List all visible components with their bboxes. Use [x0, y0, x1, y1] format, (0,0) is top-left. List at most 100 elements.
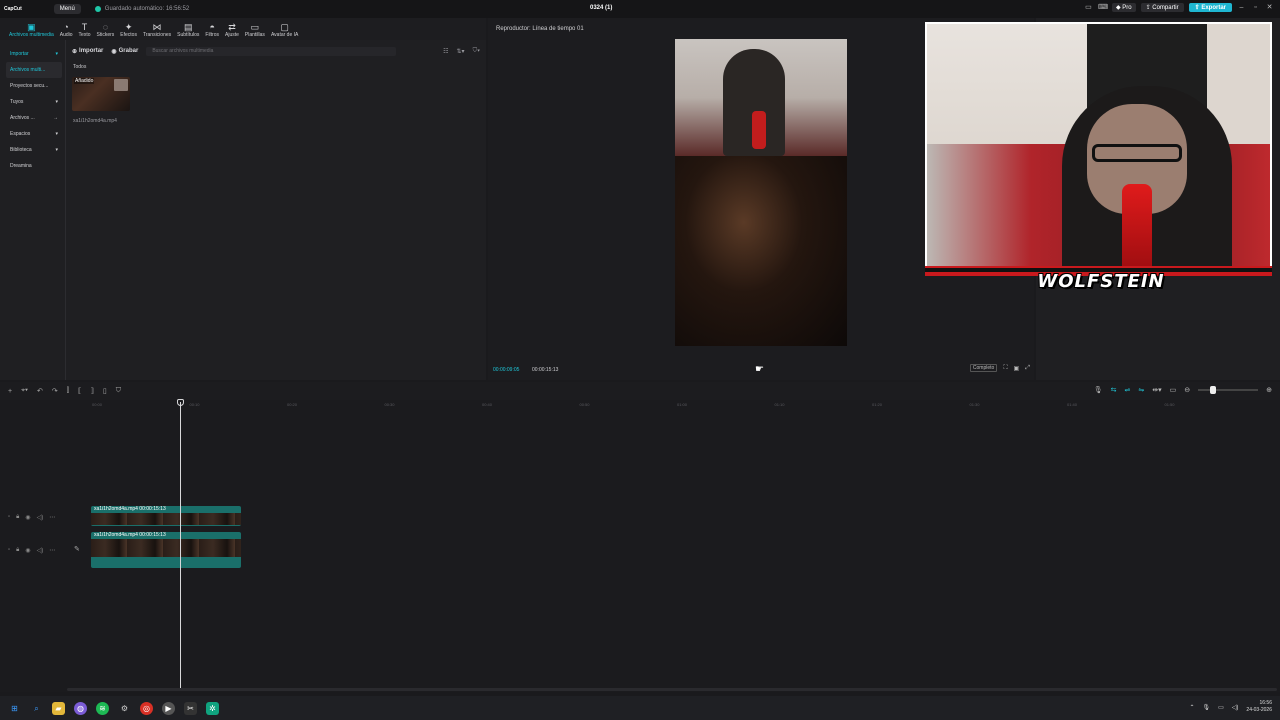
- tool-effects[interactable]: ✦ Efectos: [117, 18, 140, 38]
- fullscreen-icon[interactable]: ⤢: [1025, 365, 1030, 372]
- audio-toggle-icon[interactable]: ◁): [37, 514, 44, 521]
- capcut-icon[interactable]: ✂: [184, 701, 197, 715]
- split-left-icon[interactable]: ⟦: [78, 387, 81, 395]
- timeline-clip-1[interactable]: xa1i1h2omd4a.mp4 00:00:15:13: [91, 506, 241, 526]
- search-icon[interactable]: ⌕: [30, 702, 43, 715]
- media-thumbnail[interactable]: Añadido: [72, 77, 130, 111]
- close-icon[interactable]: ✕: [1265, 3, 1274, 12]
- spotify-icon[interactable]: ≋: [96, 701, 109, 715]
- messenger-icon[interactable]: ◍: [74, 701, 87, 715]
- media-nav-item[interactable]: Importar ▾: [6, 46, 62, 62]
- media-nav-item[interactable]: Archivos ... →: [6, 110, 62, 126]
- tool-transition[interactable]: ⋈ Transiciones: [140, 18, 174, 38]
- delete-icon[interactable]: ▯: [103, 387, 107, 395]
- audio-toggle-icon[interactable]: ◁): [37, 547, 44, 554]
- network-icon[interactable]: ▭: [1218, 704, 1224, 711]
- shortcuts-icon[interactable]: ⌨: [1098, 3, 1108, 12]
- more-icon[interactable]: ⋯: [49, 514, 55, 521]
- timeline[interactable]: 00:00 00:10 00:20 00:30 00:40 00:50 01:00 01:10…: [0, 400, 1280, 692]
- track-cover-icon[interactable]: ▫: [8, 514, 10, 521]
- tool-filters[interactable]: ◓ Filtros: [202, 18, 222, 38]
- lock-icon[interactable]: 🔒︎: [16, 547, 19, 554]
- import-tab[interactable]: ⊕ Importar: [72, 48, 103, 55]
- filter-all[interactable]: Todos: [73, 64, 86, 70]
- media-nav-item[interactable]: Tuyos ▾: [6, 94, 62, 110]
- video-preview[interactable]: [675, 39, 847, 346]
- track-cover-icon[interactable]: ▫: [8, 547, 10, 554]
- add-track-icon[interactable]: +: [8, 388, 12, 395]
- current-time: 00:00:09:05: [493, 367, 520, 373]
- minimize-icon[interactable]: –: [1237, 3, 1246, 12]
- tool-sticker[interactable]: ◌ Stickers: [94, 18, 118, 38]
- select-tool-icon[interactable]: ⌖▾: [21, 387, 28, 395]
- split-right-icon[interactable]: ⟧: [90, 387, 93, 395]
- media-player-icon[interactable]: ▶: [162, 701, 175, 715]
- more-icon[interactable]: ⋯: [49, 547, 55, 554]
- share-button[interactable]: ⇪ Compartir: [1140, 3, 1184, 12]
- tool-subtitles[interactable]: ▤ Subtítulos: [174, 18, 202, 38]
- tool-templates[interactable]: ▭ Plantillas: [242, 18, 268, 38]
- volume-icon[interactable]: ◁): [1232, 704, 1239, 711]
- sort-icon[interactable]: ⇅▾: [457, 48, 465, 55]
- zoom-slider[interactable]: [1198, 386, 1259, 394]
- file-explorer-icon[interactable]: ▰: [52, 701, 65, 715]
- tray-chevron-icon[interactable]: ⌃: [1189, 704, 1194, 711]
- cover-edit-icon[interactable]: ✎: [74, 545, 80, 553]
- media-nav-item[interactable]: Proyectos secu...: [6, 78, 62, 94]
- zoom-options-icon[interactable]: ⇹▾: [1152, 386, 1161, 394]
- tool-avatar[interactable]: ▢ Avatar de IA: [268, 18, 301, 38]
- filter-icon[interactable]: ⛉▾: [473, 48, 480, 55]
- zoom-out-icon[interactable]: ⊖: [1184, 386, 1190, 394]
- clip-filmstrip: [91, 513, 241, 525]
- preview-axis-icon[interactable]: ⇋: [1138, 386, 1144, 394]
- tool-media[interactable]: ▣ Archivos multimedia: [6, 18, 57, 38]
- layout-icon[interactable]: ▭: [1084, 3, 1093, 12]
- link-icon[interactable]: ⇆: [1111, 386, 1117, 394]
- quality-icon[interactable]: ▣: [1014, 365, 1020, 372]
- redo-icon[interactable]: ↷: [52, 387, 58, 395]
- tool-text[interactable]: T Texto: [76, 18, 94, 38]
- marker-icon[interactable]: ⛉: [116, 387, 121, 395]
- ruler-tick-label: 01:20: [872, 402, 883, 407]
- chatgpt-icon[interactable]: ✲: [206, 701, 219, 715]
- visibility-icon[interactable]: ◉: [25, 547, 30, 554]
- media-nav-item[interactable]: Espacios ▾: [6, 126, 62, 142]
- zoom-slider-knob[interactable]: [1210, 386, 1217, 394]
- split-icon[interactable]: ⫿: [67, 387, 69, 395]
- search-input[interactable]: Buscar archivos multimedia: [146, 46, 397, 56]
- ruler-tick-label: 00:30: [384, 402, 395, 407]
- tool-audio[interactable]: ◔ Audio: [57, 18, 76, 38]
- undo-icon[interactable]: ↶: [37, 387, 43, 395]
- media-nav-item[interactable]: Biblioteca ▾: [6, 142, 62, 158]
- media-nav-item[interactable]: Dreamina: [6, 158, 62, 174]
- tool-adjust[interactable]: ⇄ Ajuste: [222, 18, 242, 38]
- visibility-icon[interactable]: ◉: [25, 514, 30, 521]
- windows-start-icon[interactable]: ⊞: [8, 702, 21, 715]
- chrome-icon[interactable]: ◎: [140, 701, 153, 715]
- pro-button[interactable]: ◆ Pro: [1111, 3, 1136, 12]
- ratio-button[interactable]: Completo: [969, 364, 998, 372]
- zoom-in-icon[interactable]: ⊕: [1266, 386, 1272, 394]
- project-name[interactable]: 0324 (1): [590, 5, 612, 11]
- tool-label: Audio: [59, 32, 73, 38]
- record-tab[interactable]: ◉ Grabar: [111, 48, 138, 55]
- timeline-scrollbar[interactable]: [67, 688, 1277, 691]
- menu-button[interactable]: Menú: [53, 4, 81, 14]
- playhead[interactable]: [180, 402, 181, 688]
- timeline-clip-2[interactable]: xa1i1h2omd4a.mp4 00:00:15:13: [91, 532, 241, 568]
- tool-label: Archivos multimedia: [9, 32, 54, 38]
- lock-icon[interactable]: 🔒︎: [16, 514, 19, 521]
- mic-tray-icon[interactable]: 🎙︎: [1203, 704, 1211, 711]
- media-nav-item[interactable]: Archivos multi...: [6, 62, 62, 78]
- text-icon: T: [81, 22, 88, 32]
- settings-icon[interactable]: ⚙: [118, 702, 131, 715]
- fit-timeline-icon[interactable]: ▭: [1170, 386, 1177, 394]
- grid-view-icon[interactable]: ☷: [443, 48, 448, 55]
- export-button[interactable]: ⇧ Exportar: [1188, 3, 1232, 12]
- mic-icon[interactable]: 🎙︎: [1094, 386, 1103, 394]
- time-ruler[interactable]: 00:00 00:10 00:20 00:30 00:40 00:50 01:00 01:10…: [68, 400, 1280, 410]
- maximize-icon[interactable]: ▫: [1251, 3, 1260, 12]
- snap-icon[interactable]: ⇌: [1124, 386, 1130, 394]
- fit-icon[interactable]: ⛶: [1003, 365, 1007, 372]
- clock[interactable]: 16:56 24-03-2026: [1246, 700, 1272, 714]
